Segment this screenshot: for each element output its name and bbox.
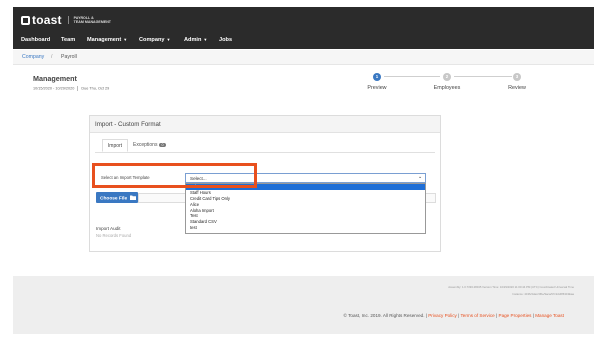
import-template-select[interactable]: Select... ⌄ [185,173,426,183]
tab-import[interactable]: Import [102,139,128,152]
footer-separator: | [458,313,460,318]
dropdown-option[interactable]: test [186,225,425,231]
tab-exceptions-label: Exceptions [133,142,158,148]
due-date: Due Thu, Oct 29 [81,86,110,91]
footer-build-info: Assembly: 1.0.7393.28045 Version Time: 1… [448,285,574,289]
tab-import-label: Import [107,143,123,149]
import-audit-empty: No Records Found [96,233,132,238]
manage-toast-link[interactable]: Manage Toast [535,313,564,318]
page: toast PAYROLL & TEAM MANAGEMENT Dashboar… [0,0,608,350]
terms-of-service-link[interactable]: Terms of Service [461,313,495,318]
brand-bar: toast PAYROLL & TEAM MANAGEMENT [13,7,594,33]
nav-management[interactable]: Management ▼ [87,37,127,43]
footer-instance-info: Instance: 4436/4dac/4f6e/9aca/97c2dd6f63… [512,292,574,296]
nav-dashboard-label: Dashboard [21,37,51,43]
footer: Assembly: 1.0.7393.28045 Version Time: 1… [13,276,594,334]
page-properties-link[interactable]: Page Properties [499,313,532,318]
panel-header: Import - Custom Format [90,116,440,133]
nav-admin-label: Admin [184,37,202,43]
template-dropdown-list[interactable]: Select... Staff Hours Credit Card Tips O… [185,183,426,234]
template-label: Select an Import Template [101,175,150,180]
nav-jobs[interactable]: Jobs [219,37,232,43]
step-number: 2 [443,73,451,81]
chevron-down-icon: ⌄ [417,175,422,180]
step-number: 1 [373,73,381,81]
choose-file-label: Choose File [100,196,128,202]
breadcrumb-company[interactable]: Company [22,54,44,60]
footer-links: © Toast, Inc. 2019. All Rights Reserved.… [344,313,564,318]
footer-separator: | [532,313,534,318]
import-panel: Import - Custom Format Import Exceptions… [89,115,441,252]
copyright: © Toast, Inc. 2019. All Rights Reserved.… [343,313,427,318]
nav-team-label: Team [61,37,76,43]
brand-name: toast [32,13,62,27]
import-audit-label: Import Audit [96,226,121,231]
brand-subtitle: PAYROLL & TEAM MANAGEMENT [67,15,112,25]
breadcrumb-payroll: Payroll [61,54,77,60]
main-nav: Dashboard Team Management ▼ Company ▼ Admi… [13,33,594,49]
toast-logo[interactable]: toast PAYROLL & TEAM MANAGEMENT [21,13,111,27]
chevron-down-icon: ▼ [123,37,128,42]
nav-jobs-label: Jobs [219,37,233,43]
panel-title: Import - Custom Format [95,121,161,128]
date-range: 10/15/2020 - 10/29/2020 [33,86,75,91]
breadcrumb-separator: / [51,54,53,60]
footer-separator: | [496,313,498,318]
divider [77,86,79,91]
step-label: Preview [367,85,387,91]
step-label: Review [508,85,526,91]
pay-period: 10/15/2020 - 10/29/2020 Due Thu, Oct 29 [33,86,109,91]
step-review: 3 Review [492,73,542,91]
breadcrumb: Company / Payroll [13,50,594,65]
tab-exceptions[interactable]: Exceptions 0 [133,139,166,152]
nav-team[interactable]: Team [61,37,75,43]
choose-file-button[interactable]: Choose File [96,192,138,203]
toast-logo-icon [21,15,30,25]
nav-admin[interactable]: Admin ▼ [184,37,207,43]
step-employees: 2 Employees [422,73,472,91]
chevron-down-icon: ▼ [203,37,208,42]
step-number: 3 [513,73,521,81]
template-selected-value: Select... [190,176,207,181]
privacy-policy-link[interactable]: Privacy Policy [428,313,457,318]
exceptions-count-badge: 0 [159,143,166,147]
chevron-down-icon: ▼ [166,37,171,42]
tab-divider [95,152,435,153]
nav-company-label: Company [139,37,165,43]
page-title: Management [33,74,77,83]
nav-management-label: Management [87,37,122,43]
nav-company[interactable]: Company ▼ [139,37,170,43]
nav-dashboard[interactable]: Dashboard [21,37,50,43]
step-preview: 1 Preview [352,73,402,91]
step-label: Employees [433,85,461,91]
brand-subtitle-line2: TEAM MANAGEMENT [73,20,112,24]
folder-icon [129,195,136,200]
